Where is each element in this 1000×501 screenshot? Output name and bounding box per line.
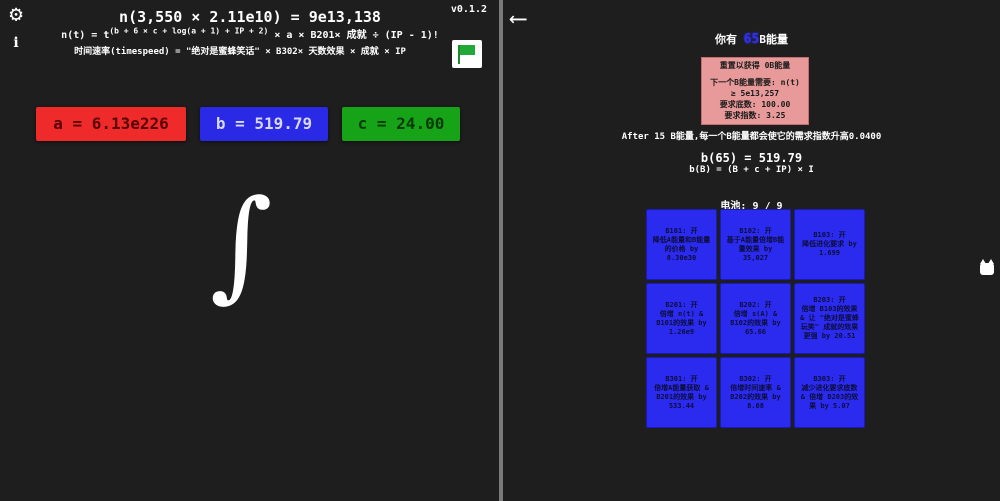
nt-formula-prefix: n(t) = t xyxy=(61,30,110,41)
reset-next-label: 下一个B能量需要: n(t) xyxy=(710,78,800,87)
energy-value: 65 xyxy=(743,32,760,47)
energy-prefix: 你有 xyxy=(715,33,738,46)
upgrade-b201[interactable]: B201: 开倍增 n(t) & B101的效果 by 1.26e9 xyxy=(646,283,717,354)
nt-formula-exponent: (b + 6 × c + log(a + 1) + IP + 2) xyxy=(109,26,269,36)
flag-icon[interactable] xyxy=(452,40,482,68)
right-pane: ⟵ 你有 65B能量 重置以获得 0B能量 下一个B能量需要: n(t) ≥ 5… xyxy=(503,0,1000,501)
scaling-note: After 15 B能量,每一个B能量都会使它的需求指数升高0.0400 xyxy=(621,132,882,142)
variable-a: a = 6.13e226 xyxy=(36,107,186,141)
variable-c: c = 24.00 xyxy=(342,107,460,141)
upgrade-id: B302: 开 xyxy=(739,374,772,383)
upgrade-desc: 倍增 n(t) & B101的效果 by 1.26e9 xyxy=(656,309,707,336)
timespeed-formula: 时间速率(timespeed) = "绝对是蜜蜂笑话" × B302× 天数效果… xyxy=(74,47,406,57)
upgrade-desc: 倍增A能量获取 & B201的效果 by 533.44 xyxy=(654,383,709,410)
upgrade-id: B301: 开 xyxy=(665,374,698,383)
upgrade-b301[interactable]: B301: 开倍增A能量获取 & B201的效果 by 533.44 xyxy=(646,357,717,428)
upgrade-desc: 倍增时间速率 & B202的效果 by 8.08 xyxy=(730,383,781,410)
upgrade-b102[interactable]: B102: 开基于A能量倍增B能量效果 by 35,027 xyxy=(720,209,791,280)
title-equation: n(3,550 × 2.11e10) = 9e13,138 xyxy=(119,8,381,26)
b-value: b(65) = 519.79 xyxy=(700,151,803,165)
cat-icon[interactable] xyxy=(980,259,994,275)
upgrade-id: B103: 开 xyxy=(813,231,846,239)
reset-button[interactable]: 重置以获得 0B能量 下一个B能量需要: n(t) ≥ 5e13,257 要求底… xyxy=(701,57,809,125)
version-label: v0.1.2 xyxy=(450,4,487,15)
reset-next-value: ≥ 5e13,257 xyxy=(730,89,780,98)
upgrade-b203[interactable]: B203: 开倍增 B103的效果 & 让 "绝对是蜜蜂玩笑" 成就的效果更强 … xyxy=(794,283,865,354)
upgrade-id: B202: 开 xyxy=(739,300,772,309)
upgrade-b202[interactable]: B202: 开倍增 s(A) & B102的效果 by 65.66 xyxy=(720,283,791,354)
back-arrow-icon[interactable]: ⟵ xyxy=(511,4,525,32)
energy-display: 你有 65B能量 xyxy=(503,31,1000,47)
upgrade-desc: 倍增 s(A) & B102的效果 by 65.66 xyxy=(730,309,781,336)
upgrade-desc: 降低进化要求 by 1.699 xyxy=(802,240,857,257)
upgrade-id: B102: 开 xyxy=(739,226,772,235)
upgrade-id: B201: 开 xyxy=(665,300,698,309)
left-pane: ⚙ i n(3,550 × 2.11e10) = 9e13,138 v0.1.2… xyxy=(0,0,499,501)
upgrade-desc: 基于A能量倍增B能量效果 by 35,027 xyxy=(726,235,785,262)
upgrade-grid: B101: 开降低A能量和B能量的价格 by 8.30e30 B102: 开基于… xyxy=(646,209,865,428)
upgrade-desc: 倍增 B103的效果 & 让 "绝对是蜜蜂玩笑" 成就的效果更强 by 20.5… xyxy=(800,305,859,340)
reset-exponent: 要求指数: 3.25 xyxy=(724,111,786,120)
info-icon[interactable]: i xyxy=(4,34,28,52)
reset-base: 要求底数: 100.00 xyxy=(719,100,791,109)
upgrade-id: B101: 开 xyxy=(665,226,698,235)
upgrade-id: B303: 开 xyxy=(813,374,846,383)
upgrade-desc: 减少进化要求底数 & 倍增 B203的效果 by 5.07 xyxy=(800,383,859,410)
upgrade-b101[interactable]: B101: 开降低A能量和B能量的价格 by 8.30e30 xyxy=(646,209,717,280)
nt-formula-suffix: × a × B201× 成就 ÷ (IP - 1)! xyxy=(274,30,439,41)
gear-icon[interactable]: ⚙ xyxy=(4,4,28,26)
upgrade-b302[interactable]: B302: 开倍增时间速率 & B202的效果 by 8.08 xyxy=(720,357,791,428)
reset-title: 重置以获得 0B能量 xyxy=(719,61,791,70)
side-icon-bar: ⚙ i xyxy=(4,4,28,60)
upgrade-b303[interactable]: B303: 开减少进化要求底数 & 倍增 B203的效果 by 5.07 xyxy=(794,357,865,428)
upgrade-id: B203: 开 xyxy=(813,296,846,304)
b-formula: b(B) = (B + c + IP) × I xyxy=(689,165,814,175)
integral-symbol[interactable]: ∫ xyxy=(210,185,273,305)
upgrade-b103[interactable]: B103: 开降低进化要求 by 1.699 xyxy=(794,209,865,280)
energy-suffix: B能量 xyxy=(759,33,788,46)
variable-b: b = 519.79 xyxy=(200,107,328,141)
upgrade-desc: 降低A能量和B能量的价格 by 8.30e30 xyxy=(652,235,711,262)
nt-formula: n(t) = t(b + 6 × c + log(a + 1) + IP + 2… xyxy=(40,26,460,41)
